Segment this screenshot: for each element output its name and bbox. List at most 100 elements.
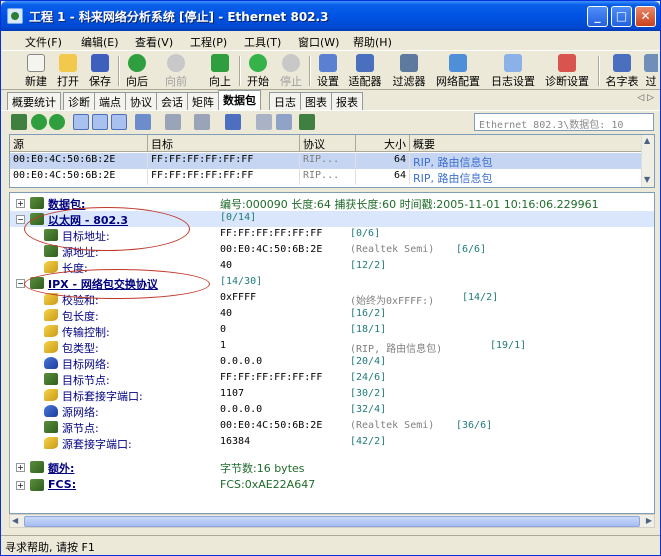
tree-field[interactable]: 源节点: 00:E0:4C:50:6B:2E (Realtek Semi) [3… [10, 419, 654, 435]
list-view-icon[interactable] [73, 114, 89, 130]
tree-field[interactable]: 传输控制: 0 [18/1] [10, 323, 654, 339]
tab-log[interactable]: 日志 [269, 92, 301, 110]
name-table-button[interactable]: 名字表 [603, 54, 641, 88]
filter-icon[interactable] [165, 114, 181, 130]
packet-size: 64 [356, 153, 410, 169]
tree-node-packet[interactable]: + 数据包: 编号:000090 长度:64 捕获长度:60 时间戳:2005-… [10, 195, 654, 211]
stop-button[interactable]: 停止 [276, 54, 306, 88]
packet-list-scrollbar[interactable]: ▲ ▼ [641, 135, 654, 187]
menu-window[interactable]: 窗口(W) [298, 34, 339, 50]
node-offset: [0/14] [220, 212, 257, 223]
export-icon[interactable] [276, 114, 292, 130]
scroll-left-icon[interactable]: ◀ [12, 516, 18, 525]
tab-reports[interactable]: 报表 [331, 92, 363, 110]
menu-file[interactable]: 文件(F) [25, 34, 62, 50]
tree-field[interactable]: 长度: 40 [12/2] [10, 259, 654, 275]
tree-field[interactable]: 包类型: 1 (RIP, 路由信息包) [19/1] [10, 339, 654, 355]
menu-tools[interactable]: 工具(T) [244, 34, 281, 50]
menu-project[interactable]: 工程(P) [190, 34, 227, 50]
adapter-button[interactable]: 适配器 [345, 54, 385, 88]
tree-node-fcs[interactable]: + FCS: FCS:0xAE22A647 [10, 477, 654, 493]
tree-field[interactable]: 源套接字端口: 16384 [42/2] [10, 435, 654, 451]
tab-diagnosis[interactable]: 诊断 [63, 92, 95, 110]
tree-field[interactable]: 源地址: 00:E0:4C:50:6B:2E (Realtek Semi) [6… [10, 243, 654, 259]
expand-icon[interactable]: + [16, 481, 25, 490]
expand-icon[interactable]: + [16, 463, 25, 472]
scroll-down-icon[interactable]: ▼ [644, 175, 650, 184]
field-offset: [16/2] [350, 308, 387, 319]
minimize-button[interactable]: _ [587, 6, 608, 27]
tab-packets[interactable]: 数据包 [218, 90, 261, 110]
tree-field[interactable]: 源网络: 0.0.0.0 [32/4] [10, 403, 654, 419]
start-button[interactable]: 开始 [243, 54, 273, 88]
open-button[interactable]: 打开 [53, 54, 83, 88]
field-offset: [14/2] [462, 292, 499, 303]
network-config-icon [449, 54, 467, 72]
column-size[interactable]: 大小 [356, 135, 410, 152]
tab-scroll-arrows[interactable]: ◁ ▷ [637, 93, 654, 103]
refresh-icon[interactable] [299, 114, 315, 130]
copy-icon[interactable] [256, 114, 272, 130]
packet-path-field[interactable]: Ethernet 802.3\数据包: 10 [474, 113, 654, 131]
collapse-icon[interactable]: − [16, 215, 25, 224]
close-button[interactable]: ✕ [635, 6, 656, 27]
column-destination[interactable]: 目标 [148, 135, 300, 152]
packet-source: 00:E0:4C:50:6B:2E [10, 153, 148, 169]
columns-icon[interactable] [135, 114, 151, 130]
tab-charts[interactable]: 图表 [300, 92, 332, 110]
filter-button[interactable]: 过滤器 [389, 54, 429, 88]
tree-field[interactable]: 目标网络: 0.0.0.0 [20/4] [10, 355, 654, 371]
scroll-thumb[interactable] [24, 516, 640, 527]
tree-node-extra[interactable]: + 额外: 字节数:16 bytes [10, 459, 654, 475]
back-button[interactable]: 向后 [122, 54, 152, 88]
menu-view[interactable]: 查看(V) [135, 34, 173, 50]
detail-view-icon[interactable] [92, 114, 108, 130]
settings-button[interactable]: 设置 [313, 54, 343, 88]
tree-field[interactable]: 目标套接字端口: 1107 [30/2] [10, 387, 654, 403]
next-packet-icon[interactable] [49, 114, 65, 130]
packet-row[interactable]: 00:E0:4C:50:6B:2E FF:FF:FF:FF:FF:FF RIP.… [10, 169, 642, 185]
menu-help[interactable]: 帮助(H) [353, 34, 392, 50]
tab-protocols[interactable]: 协议 [125, 92, 157, 110]
tree-field[interactable]: 包长度: 40 [16/2] [10, 307, 654, 323]
hex-view-icon[interactable] [111, 114, 127, 130]
scroll-right-icon[interactable]: ▶ [646, 516, 652, 525]
mark-icon[interactable] [194, 114, 210, 130]
menu-edit[interactable]: 编辑(E) [81, 34, 119, 50]
log-settings-button[interactable]: 日志设置 [487, 54, 539, 88]
filter-more-button[interactable]: 过 [644, 54, 658, 88]
node-label: IPX - 网络包交换协议 [48, 278, 158, 291]
column-source[interactable]: 源 [10, 135, 148, 152]
layout-icon[interactable] [225, 114, 241, 130]
tab-matrix[interactable]: 矩阵 [187, 92, 219, 110]
tree-node-ethernet[interactable]: − 以太网 - 802.3 [0/14] [10, 211, 654, 227]
log-settings-icon [504, 54, 522, 72]
tree-field[interactable]: 目标地址: FF:FF:FF:FF:FF:FF [0/6] [10, 227, 654, 243]
tree-node-ipx[interactable]: − IPX - 网络包交换协议 [14/30] [10, 275, 654, 291]
settings-icon [319, 54, 337, 72]
tree-horizontal-scrollbar[interactable]: ◀ ▶ [9, 514, 655, 528]
tab-sessions[interactable]: 会话 [156, 92, 188, 110]
forward-button[interactable]: 向前 [161, 54, 191, 88]
maximize-button[interactable]: □ [611, 6, 632, 27]
packet-row[interactable]: 00:E0:4C:50:6B:2E FF:FF:FF:FF:FF:FF RIP.… [10, 153, 642, 169]
up-button[interactable]: 向上 [205, 54, 235, 88]
new-button[interactable]: 新建 [21, 54, 51, 88]
field-offset: [42/2] [350, 436, 387, 447]
network-config-button[interactable]: 网络配置 [432, 54, 484, 88]
decode-icon[interactable] [11, 114, 27, 130]
title-bar[interactable]: 工程 1 - 科来网络分析系统 [停止] - Ethernet 802.3 _ … [1, 1, 660, 31]
tree-field[interactable]: 目标节点: FF:FF:FF:FF:FF:FF [24/6] [10, 371, 654, 387]
scroll-up-icon[interactable]: ▲ [644, 136, 650, 145]
tab-summary-stats[interactable]: 概要统计 [7, 92, 61, 110]
prev-packet-icon[interactable] [31, 114, 47, 130]
tree-field[interactable]: 校验和: 0xFFFF (始终为0xFFFF:) [14/2] [10, 291, 654, 307]
diagnosis-settings-button[interactable]: 诊断设置 [541, 54, 593, 88]
tab-endpoints[interactable]: 端点 [94, 92, 126, 110]
column-summary[interactable]: 概要 [410, 135, 642, 152]
column-protocol[interactable]: 协议 [300, 135, 356, 152]
collapse-icon[interactable]: − [16, 279, 25, 288]
packet-summary: RIP, 路由信息包 [410, 169, 642, 185]
save-button[interactable]: 保存 [85, 54, 115, 88]
expand-icon[interactable]: + [16, 199, 25, 208]
